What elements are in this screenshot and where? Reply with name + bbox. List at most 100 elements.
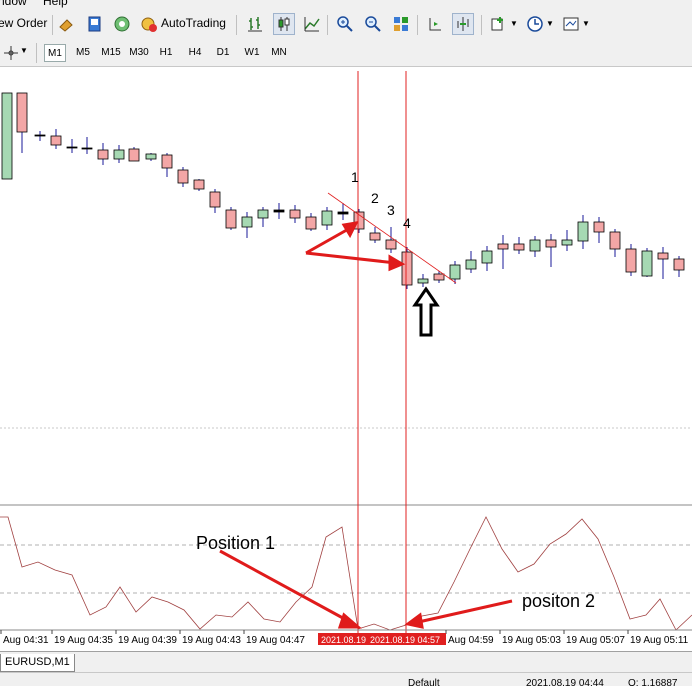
candle-body <box>289 209 301 219</box>
periodicity-icon[interactable] <box>524 13 546 35</box>
candle-body <box>545 239 557 248</box>
candle-body <box>225 209 237 229</box>
oscillator-line <box>0 516 692 631</box>
menu-item-window[interactable]: ndow <box>0 0 27 8</box>
timeframe-m5[interactable]: M5 <box>71 44 95 62</box>
indicators-icon[interactable] <box>488 13 510 35</box>
candle-body <box>113 149 125 160</box>
position-2-label: positon 2 <box>522 591 595 611</box>
timeframe-m15[interactable]: M15 <box>98 44 124 62</box>
timeframe-m30[interactable]: M30 <box>127 44 151 62</box>
time-axis-label: 19 Aug 05:11 <box>630 635 689 646</box>
main-toolbar: ew Order AutoTrading ▼ ▼ ▼ <box>0 8 692 42</box>
chevron-down-icon[interactable]: ▼ <box>546 19 554 28</box>
tile-windows-icon[interactable] <box>390 13 412 35</box>
annotation-2: 2 <box>371 190 379 206</box>
candle-body <box>497 243 509 250</box>
candle-body <box>369 232 381 241</box>
menu-item-help[interactable]: Help <box>43 0 68 8</box>
candle-body <box>66 146 78 149</box>
crosshair-tools-icon[interactable] <box>0 42 22 64</box>
candle-body <box>177 169 189 184</box>
candle-body <box>161 154 173 169</box>
market-watch-icon[interactable] <box>84 13 106 35</box>
candle-body <box>337 211 349 215</box>
timeframe-w1[interactable]: W1 <box>241 44 263 62</box>
candle-body <box>257 209 269 219</box>
candle-body <box>305 216 317 230</box>
candle-body <box>593 221 605 233</box>
annotation-4: 4 <box>403 215 411 231</box>
candle-body <box>657 252 669 260</box>
line-chart-icon[interactable] <box>301 13 323 35</box>
timeframe-mn[interactable]: MN <box>268 44 290 62</box>
templates-icon[interactable] <box>560 13 582 35</box>
zoom-out-icon[interactable] <box>362 13 384 35</box>
metaeditor-icon[interactable] <box>55 13 77 35</box>
candle-body <box>417 278 429 284</box>
time-axis-label: 19 Aug 04:39 <box>118 635 177 646</box>
autoscroll-icon[interactable] <box>452 13 474 35</box>
time-axis-label: Aug 04:59 <box>448 635 494 646</box>
chevron-down-icon[interactable]: ▼ <box>20 46 28 55</box>
candle-body <box>209 191 221 208</box>
candle-body <box>577 221 589 242</box>
candle-body <box>97 149 109 160</box>
candle-body <box>625 248 637 273</box>
candle-body <box>609 231 621 250</box>
menu-bar: ndow Help <box>0 0 692 8</box>
timeframe-d1[interactable]: D1 <box>212 44 234 62</box>
annotation-3: 3 <box>387 202 395 218</box>
time-axis-label: 19 Aug 04:47 <box>246 635 305 646</box>
bar-chart-icon[interactable] <box>244 13 266 35</box>
timeframe-h1[interactable]: H1 <box>155 44 177 62</box>
candle-body <box>481 250 493 264</box>
up-arrow-icon <box>412 286 440 337</box>
candle-body <box>673 258 685 271</box>
candle-body <box>449 264 461 280</box>
chart-tab-eurusd-m1[interactable]: EURUSD,M1 <box>0 654 75 672</box>
candle-body <box>16 92 28 133</box>
oscillator-arrows <box>219 549 513 629</box>
chevron-down-icon[interactable]: ▼ <box>510 19 518 28</box>
zoom-in-icon[interactable] <box>334 13 356 35</box>
candle-body <box>465 259 477 270</box>
candle-body <box>1 92 13 180</box>
candle-body <box>513 243 525 251</box>
candle-body <box>401 251 413 286</box>
time-axis-label: 19 Aug 05:03 <box>502 635 561 646</box>
candle-body <box>81 147 93 150</box>
crosshair-label-2: 2021.08.19 04:57 <box>370 635 440 645</box>
candle-body <box>433 273 445 281</box>
time-axis-label: 19 Aug 04:35 <box>54 635 113 646</box>
signals-icon[interactable] <box>111 13 133 35</box>
new-order-button[interactable]: ew Order <box>0 16 47 30</box>
timeframe-h4[interactable]: H4 <box>184 44 206 62</box>
crosshair-label-1: 2021.08.19 <box>321 635 366 645</box>
timeframe-m1[interactable]: M1 <box>44 44 66 62</box>
chart-shift-icon[interactable] <box>424 13 446 35</box>
annotation-1: 1 <box>351 169 359 185</box>
candle-body <box>385 239 397 250</box>
chart-window[interactable]: 1 2 3 4 Position 1 positon 2 Aug 04:31 19… <box>0 67 692 651</box>
time-axis-label: Aug 04:31 <box>3 635 49 646</box>
candle-body <box>561 239 573 246</box>
position-1-label: Position 1 <box>196 533 275 553</box>
candle-body <box>529 239 541 252</box>
candle-body <box>641 250 653 277</box>
candle-body <box>34 134 46 137</box>
time-axis-label: 19 Aug 05:07 <box>566 635 625 646</box>
chart-tab-bar: EURUSD,M1 <box>0 651 692 672</box>
candle-body <box>128 148 140 162</box>
time-axis-label: 19 Aug 04:43 <box>182 635 241 646</box>
candlestick-icon[interactable] <box>273 13 295 35</box>
candle-body <box>273 209 285 213</box>
autotrading-button[interactable]: AutoTrading <box>161 16 226 30</box>
autotrading-icon[interactable] <box>138 13 160 35</box>
candle-body <box>321 210 333 226</box>
chevron-down-icon[interactable]: ▼ <box>582 19 590 28</box>
status-bar: Default 2021.08.19 04:44 O: 1.16887 <box>0 672 692 686</box>
candlestick-series <box>1 92 685 289</box>
candle-body <box>50 135 62 146</box>
candle-body <box>193 179 205 190</box>
